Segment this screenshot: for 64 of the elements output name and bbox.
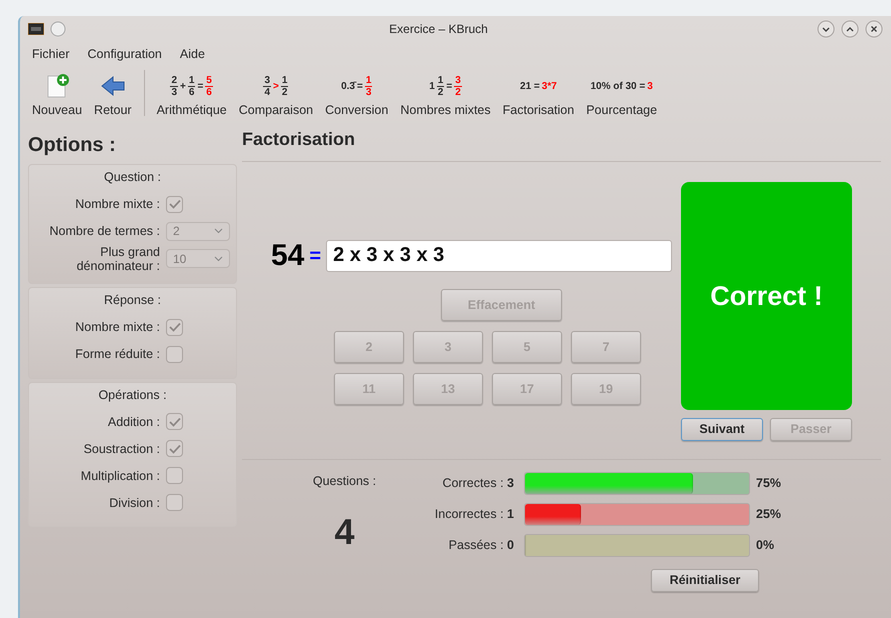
formula-text: = [446,80,452,94]
exercise-title: Factorisation [242,120,881,162]
formula-text: 10% of 30 = [590,80,646,94]
maximize-button[interactable] [841,20,859,38]
fraction: 5 6 [205,74,213,98]
formula-text: = [197,80,204,94]
chevron-down-icon [214,256,223,262]
window-title: Exercice – KBruch [388,21,489,38]
option-label: Nombre mixte : [74,197,160,212]
fraction: 1 2 [436,74,444,98]
option-label: Multiplication : [80,468,160,483]
option-label: Nombre de termes : [48,224,160,238]
fraction: 3 2 [454,74,462,98]
option-label: Forme réduite : [74,347,160,361]
group-title: Question : [103,169,162,186]
fraction: 2 3 [170,74,178,98]
fraction: 3 4 [263,74,272,98]
next-button[interactable]: Suivant [681,418,763,441]
fraction: 1 2 [280,74,288,98]
formula-text: + [180,80,186,94]
percent-label: 75% [755,474,782,492]
stat-label: Correctes : 3 [441,474,515,492]
formula-text: = [356,80,363,94]
formula-text: 1 [429,80,435,94]
check-icon [168,322,180,332]
percent-label: 25% [755,506,782,523]
option-label: Soustraction : [82,442,160,456]
dropdown: 2 [166,222,230,241]
formula-text: > [273,80,279,94]
group-title: Opérations : [97,386,168,404]
check-icon [168,444,180,454]
menu-item[interactable]: Configuration [88,44,162,64]
number-to-factor: 54 [271,238,304,274]
close-button[interactable] [865,20,883,38]
app-icon [28,23,44,35]
back-button[interactable]: Retour [88,71,138,120]
equals-sign: = [309,244,322,268]
options-heading: Options : [28,133,117,158]
menu-item[interactable]: Fichier [32,44,70,64]
minimize-button[interactable] [817,20,835,38]
group-title: Réponse : [103,292,162,309]
answer-field[interactable]: 2 x 3 x 3 x 3 [326,240,672,272]
check-icon [168,416,180,427]
option-label: Plus grand dénominateur : [76,244,160,273]
option-label: Addition : [106,414,160,429]
menu-item[interactable]: Aide [180,44,205,64]
result-panel: Correct ! [681,182,852,410]
formula-text: 21 = [520,80,540,94]
new-button[interactable]: Nouveau [26,71,88,120]
dropdown: 10 [166,249,230,268]
chevron-down-icon [214,228,223,234]
exercise-button[interactable]: 10% of 30 = 3 Pourcentage [580,71,664,120]
fraction: 1 6 [188,74,196,98]
stat-label: Incorrectes : 1 [434,506,515,523]
exercise-button[interactable]: 21 = 3*7 Factorisation [496,71,580,120]
stat-label: Passées : 0 [448,536,515,554]
questions-label: Questions : [312,473,376,490]
reset-button[interactable]: Réinitialiser [651,569,759,592]
check-icon [168,199,180,210]
percent-label: 0% [755,536,774,554]
option-label: Division : [108,496,160,510]
questions-count: 4 [334,510,355,554]
formula-text: 0.3̄ [341,80,355,94]
option-label: Nombre mixte : [74,320,160,334]
